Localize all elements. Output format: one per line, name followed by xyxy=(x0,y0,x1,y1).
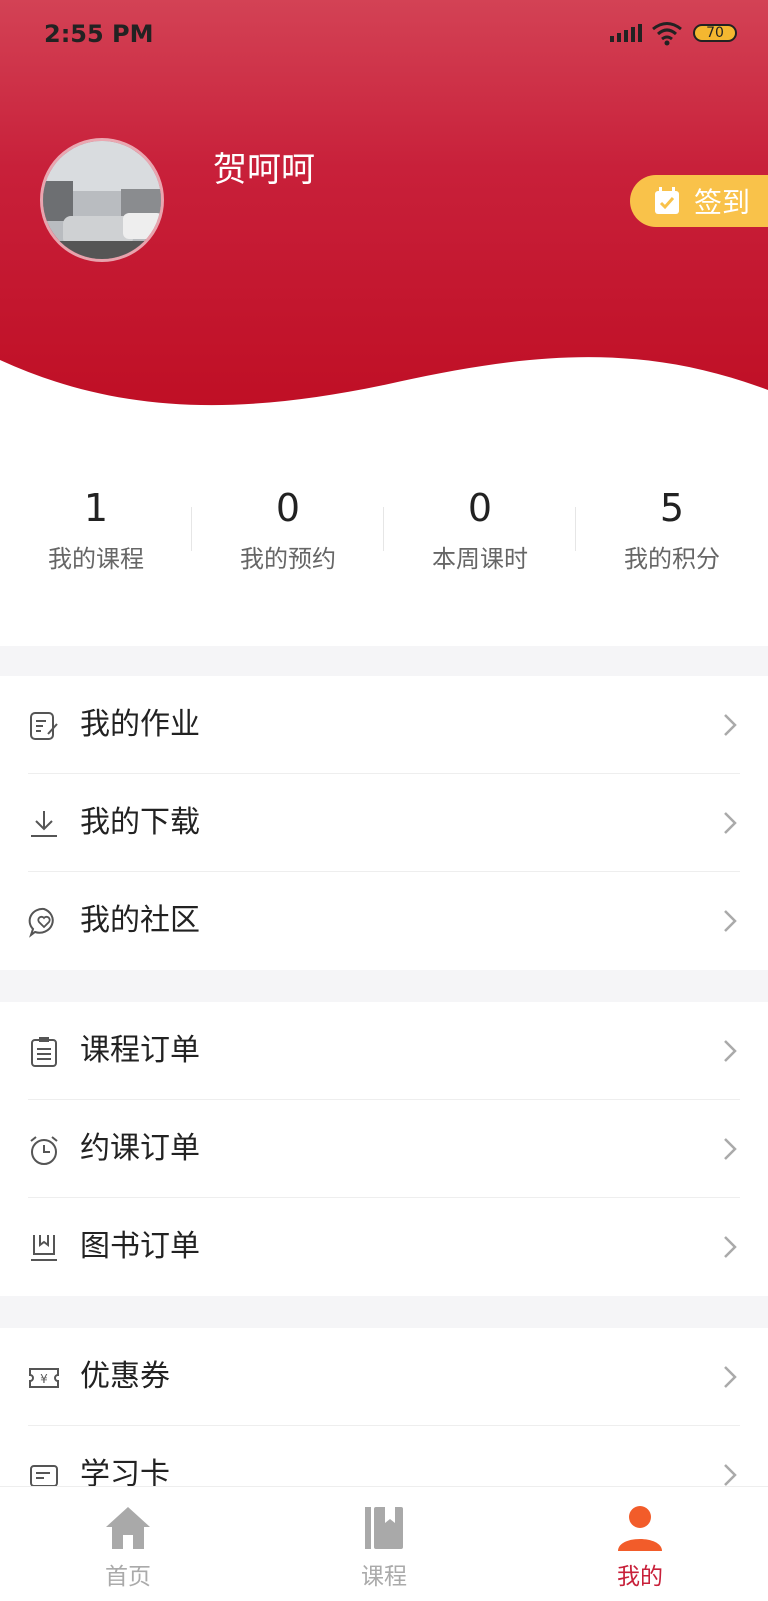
stat-value: 1 xyxy=(83,486,109,530)
homework-icon xyxy=(30,712,58,740)
wifi-icon xyxy=(652,22,682,46)
alarm-clock-icon xyxy=(30,1136,58,1165)
chevron-right-icon xyxy=(724,910,737,932)
tab-home[interactable]: 首页 xyxy=(0,1487,256,1601)
menu-item-downloads[interactable]: 我的下载 xyxy=(0,774,768,872)
menu-item-label: 优惠券 xyxy=(80,1359,170,1394)
download-icon xyxy=(31,811,57,837)
menu-item-coupons[interactable]: ¥ 优惠券 xyxy=(0,1328,768,1426)
stat-my-points[interactable]: 5 我的积分 xyxy=(576,485,768,574)
stat-label: 本周课时 xyxy=(432,545,528,573)
home-icon xyxy=(106,1507,150,1549)
menu-item-label: 约课订单 xyxy=(80,1131,200,1166)
book-icon xyxy=(365,1507,403,1549)
menu-item-label: 我的作业 xyxy=(80,707,200,742)
chevron-right-icon xyxy=(724,714,737,736)
avatar-photo xyxy=(43,141,161,259)
book-order-icon xyxy=(31,1235,57,1261)
tab-label: 首页 xyxy=(105,1564,151,1590)
menu-item-label: 图书订单 xyxy=(80,1229,200,1264)
menu-group-learning: 我的作业 我的下载 我的社区 xyxy=(0,676,768,970)
stat-value: 0 xyxy=(467,486,493,530)
status-time: 2:55 PM xyxy=(44,20,154,48)
course-order-icon xyxy=(31,1037,57,1067)
status-bar: 2:55 PM 70 xyxy=(0,0,768,70)
stat-my-courses[interactable]: 1 我的课程 xyxy=(0,485,192,574)
chevron-right-icon xyxy=(724,1464,737,1486)
svg-text:¥: ¥ xyxy=(40,1372,48,1386)
menu-item-label: 课程订单 xyxy=(80,1033,200,1068)
username: 贺呵呵 xyxy=(213,150,315,190)
menu-item-homework[interactable]: 我的作业 xyxy=(0,676,768,774)
battery-indicator: 70 xyxy=(693,24,737,42)
chevron-right-icon xyxy=(724,1138,737,1160)
chevron-right-icon xyxy=(724,1040,737,1062)
tab-mine[interactable]: 我的 xyxy=(512,1487,768,1601)
menu-item-book-orders[interactable]: 图书订单 xyxy=(0,1198,768,1296)
bottom-tab-bar: 首页 课程 我的 xyxy=(0,1486,768,1601)
stat-value: 0 xyxy=(275,486,301,530)
stat-my-reservations[interactable]: 0 我的预约 xyxy=(192,485,384,574)
header-wave xyxy=(0,357,768,420)
stat-label: 我的积分 xyxy=(624,545,720,573)
calendar-check-icon xyxy=(655,187,679,214)
community-icon xyxy=(28,907,54,938)
tab-courses[interactable]: 课程 xyxy=(256,1487,512,1601)
avatar[interactable] xyxy=(40,138,164,262)
coupon-icon: ¥ xyxy=(29,1368,59,1388)
chevron-right-icon xyxy=(724,1236,737,1258)
stat-value: 5 xyxy=(659,486,685,530)
menu-item-label: 我的社区 xyxy=(80,903,200,938)
menu-item-label: 我的下载 xyxy=(80,805,200,840)
checkin-button[interactable]: 签到 xyxy=(630,175,768,227)
profile-header: 2:55 PM 70 贺呵呵 签到 xyxy=(0,0,768,420)
stats-panel: 1 我的课程 0 我的预约 0 本周课时 5 我的积分 xyxy=(0,420,768,646)
menu-group-orders: 课程订单 约课订单 图书订单 xyxy=(0,1002,768,1296)
menu-item-course-orders[interactable]: 课程订单 xyxy=(0,1002,768,1100)
stat-label: 我的课程 xyxy=(48,545,144,573)
stat-weekly-hours[interactable]: 0 本周课时 xyxy=(384,485,576,574)
user-icon xyxy=(618,1506,662,1551)
signal-icon xyxy=(610,24,642,42)
stat-label: 我的预约 xyxy=(240,545,336,573)
menu-item-community[interactable]: 我的社区 xyxy=(0,872,768,970)
checkin-label: 签到 xyxy=(694,186,751,219)
chevron-right-icon xyxy=(724,1366,737,1388)
tab-label: 课程 xyxy=(361,1564,407,1590)
chevron-right-icon xyxy=(724,812,737,834)
tab-label: 我的 xyxy=(617,1564,663,1590)
menu-item-appointment-orders[interactable]: 约课订单 xyxy=(0,1100,768,1198)
